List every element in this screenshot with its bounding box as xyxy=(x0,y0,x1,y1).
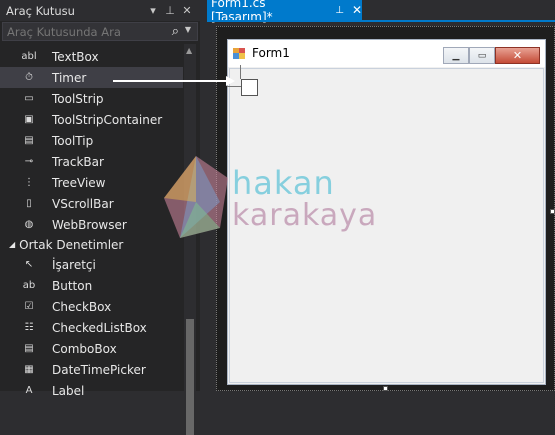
toolbox-list: abl TextBox ⏱ Timer ▭ ToolStrip ▣ ToolStripCont… xyxy=(0,46,183,401)
trackbar-icon: ⊸ xyxy=(24,155,34,167)
toolbox-item-checkedlistbox[interactable]: ☷ CheckedListBox xyxy=(0,317,183,338)
toolbox-item-checkbox[interactable]: ☑ CheckBox xyxy=(0,296,183,317)
toolbox-item-label: Timer xyxy=(52,70,87,85)
scroll-up-icon[interactable]: ▲ xyxy=(186,46,192,55)
button-icon: ab xyxy=(22,279,36,291)
toolstripcontainer-icon: ▣ xyxy=(24,113,34,125)
drag-arrow-head xyxy=(226,76,235,86)
watermark-line1: hakan xyxy=(232,164,335,202)
scrollbar-thumb[interactable] xyxy=(186,319,194,435)
category-ortak-denetimler[interactable]: ◢ Ortak Denetimler xyxy=(0,235,183,254)
watermark-logo-icon xyxy=(164,156,228,238)
close-icon: ✕ xyxy=(512,49,523,62)
tab-underline xyxy=(207,20,555,22)
dropdown-icon[interactable]: ▾ xyxy=(146,4,160,17)
chevron-down-icon[interactable]: ▼ xyxy=(185,25,191,34)
minimize-icon: ▁ xyxy=(452,50,460,61)
drop-guide-horizontal xyxy=(227,86,241,87)
webbrowser-icon: ◍ xyxy=(24,218,34,230)
checkedlistbox-icon: ☷ xyxy=(24,321,34,333)
close-icon[interactable]: ✕ xyxy=(352,3,362,17)
toolbox-item-tooltip[interactable]: ▤ ToolTip xyxy=(0,130,183,151)
search-input[interactable] xyxy=(7,24,167,39)
toolbox-search[interactable]: ⌕ ▼ xyxy=(2,22,198,41)
vscrollbar-icon: ▯ xyxy=(26,197,32,209)
toolbox-item-label: ToolTip xyxy=(52,133,94,148)
pointer-icon: ↖ xyxy=(24,258,34,270)
form-titlebar: Form1 ▁ ▭ ✕ xyxy=(228,40,545,67)
tab-form1-design[interactable]: Form1.cs [Tasarım]* ⊥ ✕ xyxy=(207,0,362,24)
search-icon[interactable]: ⌕ xyxy=(172,24,179,39)
tab-bar: Form1.cs [Tasarım]* ⊥ ✕ xyxy=(204,0,555,24)
watermark-line2: karakaya xyxy=(232,198,378,233)
toolbox-item-label: ToolStripContainer xyxy=(52,112,163,127)
pin-icon[interactable]: ⊥ xyxy=(163,4,177,17)
toolbox-item-textbox[interactable]: abl TextBox xyxy=(0,46,183,67)
resize-handle-right[interactable] xyxy=(550,209,555,214)
timer-icon: ⏱ xyxy=(25,71,33,83)
tooltip-icon: ▤ xyxy=(24,134,34,146)
toolbox-item-trackbar[interactable]: ⊸ TrackBar xyxy=(0,151,183,172)
form-title: Form1 xyxy=(252,46,290,60)
toolbox-item-i-aret-i[interactable]: ↖ İşaretçi xyxy=(0,254,183,275)
close-button[interactable]: ✕ xyxy=(495,47,540,64)
toolbox-item-label: TextBox xyxy=(52,49,99,64)
toolbox-item-webbrowser[interactable]: ◍ WebBrowser xyxy=(0,214,183,235)
toolbox-item-label: TrackBar xyxy=(52,154,104,169)
toolbox-item-combobox[interactable]: ▤ ComboBox xyxy=(0,338,183,359)
toolbox-item-datetimepicker[interactable]: ▦ DateTimePicker xyxy=(0,359,183,380)
toolbox-item-label: WebBrowser xyxy=(52,217,127,232)
toolbox-item-timer[interactable]: ⏱ Timer xyxy=(0,67,183,88)
toolbox-item-label: CheckedListBox xyxy=(52,320,147,335)
form-icon xyxy=(233,48,245,59)
pin-icon[interactable]: ⊥ xyxy=(335,5,344,16)
textbox-icon: abl xyxy=(21,50,37,62)
timer-drop-target[interactable] xyxy=(241,79,258,96)
datetimepicker-icon: ▦ xyxy=(24,363,34,375)
maximize-button[interactable]: ▭ xyxy=(469,47,495,64)
treeview-icon: ⋮ xyxy=(24,176,34,188)
toolbox-item-label: İşaretçi xyxy=(52,257,96,272)
toolbox-item-treeview[interactable]: ⋮ TreeView xyxy=(0,172,183,193)
checkbox-icon: ☑ xyxy=(24,300,34,312)
category-label: Ortak Denetimler xyxy=(19,237,124,252)
toolbox-title: Araç Kutusu xyxy=(6,3,75,18)
toolbox-item-label: Button xyxy=(52,278,93,293)
toolbox-item-button[interactable]: ab Button xyxy=(0,275,183,296)
toolbox-item-toolstripcontainer[interactable]: ▣ ToolStripContainer xyxy=(0,109,183,130)
toolbox-item-label: ToolStrip xyxy=(52,91,104,106)
maximize-icon: ▭ xyxy=(477,50,487,61)
toolbox-item-label: DateTimePicker xyxy=(52,362,146,377)
toolbox-titlebar: Araç Kutusu ▾ ⊥ ✕ xyxy=(0,0,200,21)
expand-arrow-icon[interactable]: ◢ xyxy=(9,240,15,249)
drag-arrow-line xyxy=(113,80,233,82)
drop-guide-vertical xyxy=(240,65,241,79)
minimize-button[interactable]: ▁ xyxy=(443,47,469,64)
toolbox-item-label: TreeView xyxy=(52,175,106,190)
close-icon[interactable]: ✕ xyxy=(180,4,194,17)
toolbox-item-label: ComboBox xyxy=(52,341,117,356)
toolbox-item-toolstrip[interactable]: ▭ ToolStrip xyxy=(0,88,183,109)
toolstrip-icon: ▭ xyxy=(24,92,34,104)
toolbox-item-label: CheckBox xyxy=(52,299,112,314)
toolbox-item-vscrollbar[interactable]: ▯ VScrollBar xyxy=(0,193,183,214)
toolbox-item-label: VScrollBar xyxy=(52,196,114,211)
label-icon: A xyxy=(25,384,33,396)
watermark: hakan karakaya xyxy=(160,150,400,260)
resize-handle-bottom[interactable] xyxy=(383,386,388,391)
combobox-icon: ▤ xyxy=(24,342,34,354)
